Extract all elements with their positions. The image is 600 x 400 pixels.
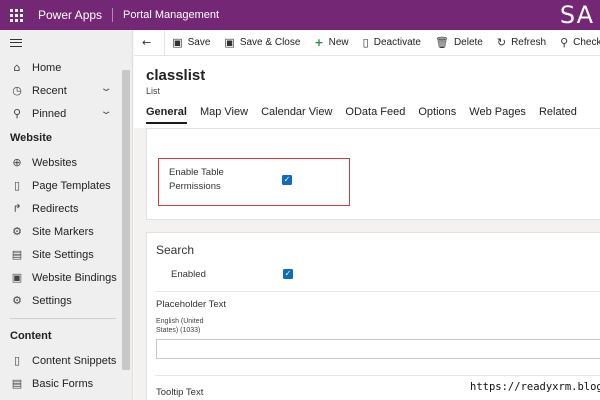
sidebar-item-page-templates[interactable]: ▯ Page Templates xyxy=(0,174,132,197)
sidebar-item-label: Basic Forms xyxy=(32,377,94,390)
enable-table-permissions-checkbox[interactable]: ✓ xyxy=(282,175,292,185)
sidebar-item-label: Site Markers xyxy=(32,225,94,238)
sidebar: ⌂ Home ◷ Recent ⌄ ⚲ Pinned ⌄ Website ⊕ W… xyxy=(0,30,133,400)
chevron-down-icon[interactable]: ⌄ xyxy=(99,83,112,94)
form-content: Enable Table Permissions ✓ Search Enable… xyxy=(134,128,600,400)
pin-icon: ⚲ xyxy=(12,107,22,120)
back-button[interactable]: ← xyxy=(134,30,166,55)
deactivate-icon: ▯ xyxy=(362,36,369,49)
sidebar-item-label: Recent xyxy=(32,84,67,97)
sidebar-section-title: Website xyxy=(10,132,52,144)
refresh-button[interactable]: ↻ Refresh xyxy=(490,30,553,55)
portal-name[interactable]: Portal Management xyxy=(113,9,219,21)
page-icon: ▯ xyxy=(13,179,21,192)
sidebar-divider xyxy=(10,318,116,319)
sidebar-item-basic-forms[interactable]: ▤ Basic Forms xyxy=(0,372,132,395)
tooltip-text-label: Tooltip Text xyxy=(156,387,204,398)
sidebar-item-websites[interactable]: ⊕ Websites xyxy=(0,151,132,174)
enable-table-permissions-label: Enable Table Permissions xyxy=(169,167,224,192)
tab-related[interactable]: Related xyxy=(539,106,577,124)
marker-icon: ⚙ xyxy=(12,225,22,238)
divider xyxy=(155,375,600,376)
sidebar-item-label: Redirects xyxy=(32,202,79,215)
record-entity: List xyxy=(146,86,161,96)
search-section-card: Search Enabled ✓ Placeholder Text Englis… xyxy=(146,232,600,400)
deactivate-button[interactable]: ▯ Deactivate xyxy=(356,30,428,55)
tab-web-pages[interactable]: Web Pages xyxy=(469,106,526,124)
form-icon: ▤ xyxy=(11,377,23,390)
sidebar-item-pinned[interactable]: ⚲ Pinned ⌄ xyxy=(0,102,132,125)
user-avatar[interactable]: SA xyxy=(560,1,594,29)
sidebar-item-home[interactable]: ⌂ Home xyxy=(0,56,132,79)
chevron-down-icon[interactable]: ⌄ xyxy=(99,106,112,117)
clock-icon: ◷ xyxy=(12,84,22,97)
top-bar: Power Apps Portal Management SA xyxy=(0,0,600,30)
trash-icon: 🗑 xyxy=(434,36,449,49)
gear-icon: ⚙ xyxy=(12,294,22,307)
tab-odata-feed[interactable]: OData Feed xyxy=(345,106,405,124)
watermark-text: https://readyxrm.blog xyxy=(468,381,600,393)
form-tabs: General Map View Calendar View OData Fee… xyxy=(146,106,590,124)
globe-icon: ⊕ xyxy=(12,156,22,169)
sidebar-item-label: Settings xyxy=(32,294,72,307)
tab-general[interactable]: General xyxy=(146,106,187,124)
hamburger-menu-icon[interactable] xyxy=(0,30,132,56)
sidebar-item-content-snippets[interactable]: ▯ Content Snippets xyxy=(0,349,132,372)
enabled-label: Enabled xyxy=(171,269,206,280)
app-launcher-icon[interactable] xyxy=(0,0,32,30)
back-arrow-icon: ← xyxy=(142,36,152,49)
command-bar: ← ▣ Save ▣ Save & Close + New ▯ Deactivate 🗑… xyxy=(134,30,600,56)
record-header: classlist List General Map View Calendar… xyxy=(134,56,600,128)
sidebar-item-label: Page Templates xyxy=(32,179,111,192)
search-section-title: Search xyxy=(156,243,195,257)
enabled-checkbox[interactable]: ✓ xyxy=(283,269,293,279)
site-settings-icon: ▤ xyxy=(11,248,23,261)
save-close-icon: ▣ xyxy=(224,36,235,49)
placeholder-text-input[interactable] xyxy=(156,339,600,359)
delete-button[interactable]: 🗑 Delete xyxy=(428,30,490,55)
sidebar-item-redirects[interactable]: ↱ Redirects xyxy=(0,197,132,220)
home-icon: ⌂ xyxy=(13,61,21,74)
sidebar-item-label: Site Settings xyxy=(32,248,94,261)
snippet-icon: ▯ xyxy=(13,354,21,367)
sidebar-item-label: Websites xyxy=(32,156,78,169)
sidebar-item-label: Content Snippets xyxy=(32,354,117,367)
tab-calendar-view[interactable]: Calendar View xyxy=(261,106,332,124)
sidebar-item-label: Pinned xyxy=(32,107,67,120)
plus-icon: + xyxy=(314,36,324,49)
new-button[interactable]: + New xyxy=(307,30,355,55)
binding-icon: ▣ xyxy=(11,271,23,284)
save-button[interactable]: ▣ Save xyxy=(165,30,217,55)
placeholder-text-label: Placeholder Text xyxy=(156,299,227,310)
sidebar-item-website-bindings[interactable]: ▣ Website Bindings xyxy=(0,266,132,289)
tab-map-view[interactable]: Map View xyxy=(200,106,248,124)
sidebar-item-label: Website Bindings xyxy=(32,271,117,284)
sidebar-item-settings[interactable]: ⚙ Settings xyxy=(0,289,132,312)
save-close-button[interactable]: ▣ Save & Close xyxy=(217,30,307,55)
placeholder-language-label: English (United States) (1033) xyxy=(156,318,204,334)
tab-options[interactable]: Options xyxy=(418,106,456,124)
app-name[interactable]: Power Apps xyxy=(32,8,114,22)
search-icon: ⚲ xyxy=(560,36,569,49)
save-icon: ▣ xyxy=(172,36,183,49)
sidebar-item-label: Home xyxy=(32,61,62,74)
record-title: classlist xyxy=(146,67,206,84)
sidebar-scrollbar[interactable] xyxy=(122,70,130,370)
refresh-icon: ↻ xyxy=(496,36,507,49)
check-access-button[interactable]: ⚲Check Acce xyxy=(553,30,600,55)
sidebar-item-recent[interactable]: ◷ Recent ⌄ xyxy=(0,79,132,102)
divider xyxy=(155,291,600,292)
redirect-icon: ↱ xyxy=(12,202,22,215)
sidebar-section-title: Content xyxy=(10,330,52,342)
sidebar-item-site-markers[interactable]: ⚙ Site Markers xyxy=(0,220,132,243)
sidebar-item-site-settings[interactable]: ▤ Site Settings xyxy=(0,243,132,266)
